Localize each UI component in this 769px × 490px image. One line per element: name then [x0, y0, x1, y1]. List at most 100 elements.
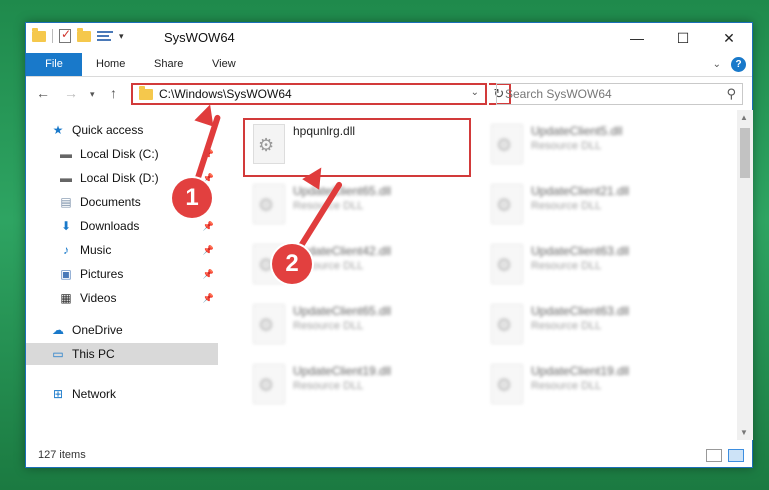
- explorer-window: ▾ SysWOW64 — ☐ ✕ File Home Share View ⌄ …: [25, 22, 753, 468]
- file-name: UpdateClient63.dll: [531, 244, 630, 258]
- tab-home[interactable]: Home: [96, 53, 125, 76]
- title-bar: ▾ SysWOW64 — ☐ ✕: [26, 23, 752, 53]
- expand-ribbon-icon[interactable]: ⌄: [713, 59, 721, 70]
- documents-icon: ▤: [60, 195, 72, 209]
- file-item[interactable]: UpdateClient63.dll Resource DLL: [479, 238, 699, 290]
- vertical-scrollbar[interactable]: ▲ ▼: [737, 110, 753, 440]
- back-arrow-icon[interactable]: ←: [36, 85, 50, 101]
- pin-icon: 📌: [202, 244, 214, 255]
- sidebar-item-label: This PC: [72, 347, 115, 361]
- file-item[interactable]: UpdateClient19.dll Resource DLL: [479, 358, 699, 410]
- quick-access-toolbar: ▾: [32, 27, 124, 43]
- navigation-bar: ← → ▾ ↑ C:\Windows\SysWOW64 ⌄ ↻ Search S…: [26, 78, 752, 110]
- ribbon-tabs: File Home Share View ⌄ ?: [26, 53, 752, 77]
- sidebar-item-quick-access[interactable]: ★ Quick access: [26, 119, 218, 141]
- sidebar-item-music[interactable]: ♪ Music 📌: [26, 239, 218, 261]
- search-input[interactable]: Search SysWOW64 ⚲: [496, 83, 743, 105]
- sidebar-item-label: Pictures: [80, 267, 124, 281]
- sidebar-item-network[interactable]: ⊞ Network: [26, 383, 218, 405]
- window-controls: — ☐ ✕: [614, 23, 752, 53]
- minimize-button[interactable]: —: [614, 23, 660, 53]
- tab-file[interactable]: File: [26, 53, 82, 76]
- recent-locations-icon[interactable]: ▾: [90, 89, 95, 100]
- sidebar-item-label: Videos: [80, 291, 117, 305]
- dll-file-icon: [253, 364, 285, 404]
- chevron-down-icon[interactable]: ▾: [119, 31, 124, 42]
- address-path: C:\Windows\SysWOW64: [159, 87, 292, 101]
- scroll-up-icon[interactable]: ▲: [740, 113, 748, 122]
- folder-icon: [139, 85, 153, 100]
- file-item[interactable]: UpdateClient63.dll Resource DLL: [479, 298, 699, 350]
- sidebar-item-label: Downloads: [80, 219, 140, 233]
- file-type: Resource DLL: [531, 380, 602, 392]
- dll-file-icon: [491, 304, 523, 344]
- file-item[interactable]: UpdateClient21.dll Resource DLL: [479, 178, 699, 230]
- star-icon: ★: [52, 123, 64, 137]
- file-item[interactable]: UpdateClient65.dll Resource DLL: [241, 178, 461, 230]
- sidebar-item-videos[interactable]: ▦ Videos 📌: [26, 287, 218, 309]
- pin-icon: 📌: [202, 292, 214, 303]
- customize-list-icon[interactable]: [97, 30, 113, 42]
- file-name: UpdateClient5.dll: [531, 124, 623, 138]
- help-icon[interactable]: ?: [731, 57, 746, 72]
- file-name: UpdateClient19.dll: [531, 364, 630, 378]
- dll-file-icon: [491, 244, 523, 284]
- properties-check-icon[interactable]: [59, 27, 71, 43]
- videos-icon: ▦: [60, 291, 72, 305]
- file-type: Resource DLL: [293, 380, 364, 392]
- computer-icon: ▭: [52, 347, 64, 361]
- chevron-down-icon[interactable]: ⌄: [471, 87, 479, 98]
- large-icons-view-icon[interactable]: [728, 449, 744, 462]
- drive-icon: ▬: [60, 147, 72, 161]
- sidebar-item-label: Network: [72, 387, 117, 401]
- divider: [52, 29, 53, 43]
- sidebar-item-pictures[interactable]: ▣ Pictures 📌: [26, 263, 218, 285]
- sidebar-item-label: Documents: [80, 195, 141, 209]
- scroll-thumb[interactable]: [740, 128, 750, 178]
- file-type: Resource DLL: [531, 140, 602, 152]
- sidebar-item-label: Local Disk (D:): [80, 171, 159, 185]
- file-name: UpdateClient21.dll: [531, 184, 630, 198]
- search-icon: ⚲: [726, 86, 736, 101]
- ribbon-controls: ⌄ ?: [713, 57, 746, 72]
- sidebar-item-label: Music: [80, 243, 112, 257]
- file-name: UpdateClient65.dll: [293, 304, 392, 318]
- sidebar-item-downloads[interactable]: ⬇ Downloads 📌: [26, 215, 218, 237]
- file-name: UpdateClient19.dll: [293, 364, 392, 378]
- file-name: UpdateClient65.dll: [293, 184, 392, 198]
- new-folder-icon[interactable]: [77, 27, 91, 42]
- file-type: Resource DLL: [293, 320, 364, 332]
- pin-icon: 📌: [202, 220, 214, 231]
- details-view-icon[interactable]: [706, 449, 722, 462]
- file-item[interactable]: UpdateClient65.dll Resource DLL: [241, 298, 461, 350]
- network-icon: ⊞: [52, 387, 64, 401]
- file-item[interactable]: UpdateClient5.dll Resource DLL: [479, 118, 699, 170]
- file-name: UpdateClient63.dll: [531, 304, 630, 318]
- file-item[interactable]: UpdateClient19.dll Resource DLL: [241, 358, 461, 410]
- tab-share[interactable]: Share: [154, 53, 183, 76]
- view-toggle: [706, 449, 744, 462]
- file-type: Resource DLL: [531, 260, 602, 272]
- sidebar-item-this-pc[interactable]: ▭ This PC: [26, 343, 218, 365]
- music-icon: ♪: [63, 243, 69, 257]
- sidebar-item-label: Quick access: [72, 123, 144, 137]
- up-arrow-icon[interactable]: ↑: [110, 85, 117, 101]
- sidebar-item-local-disk-c[interactable]: ▬ Local Disk (C:) 📌: [26, 143, 218, 165]
- step-1-badge: 1: [172, 178, 212, 218]
- pictures-icon: ▣: [60, 267, 72, 281]
- file-highlight-box: [243, 118, 471, 177]
- maximize-button[interactable]: ☐: [660, 23, 706, 53]
- download-icon: ⬇: [60, 219, 72, 233]
- forward-arrow-icon[interactable]: →: [64, 85, 78, 101]
- tab-view[interactable]: View: [212, 53, 236, 76]
- window-title: SysWOW64: [164, 30, 235, 45]
- step-2-badge: 2: [272, 244, 312, 284]
- address-bar[interactable]: C:\Windows\SysWOW64 ⌄: [131, 83, 487, 105]
- scroll-down-icon[interactable]: ▼: [740, 428, 748, 437]
- status-bar: 127 items: [26, 443, 752, 467]
- dll-file-icon: [253, 304, 285, 344]
- dll-file-icon: [491, 364, 523, 404]
- sidebar-item-onedrive[interactable]: ☁ OneDrive: [26, 319, 218, 341]
- close-button[interactable]: ✕: [706, 23, 752, 53]
- sidebar-item-label: OneDrive: [72, 323, 123, 337]
